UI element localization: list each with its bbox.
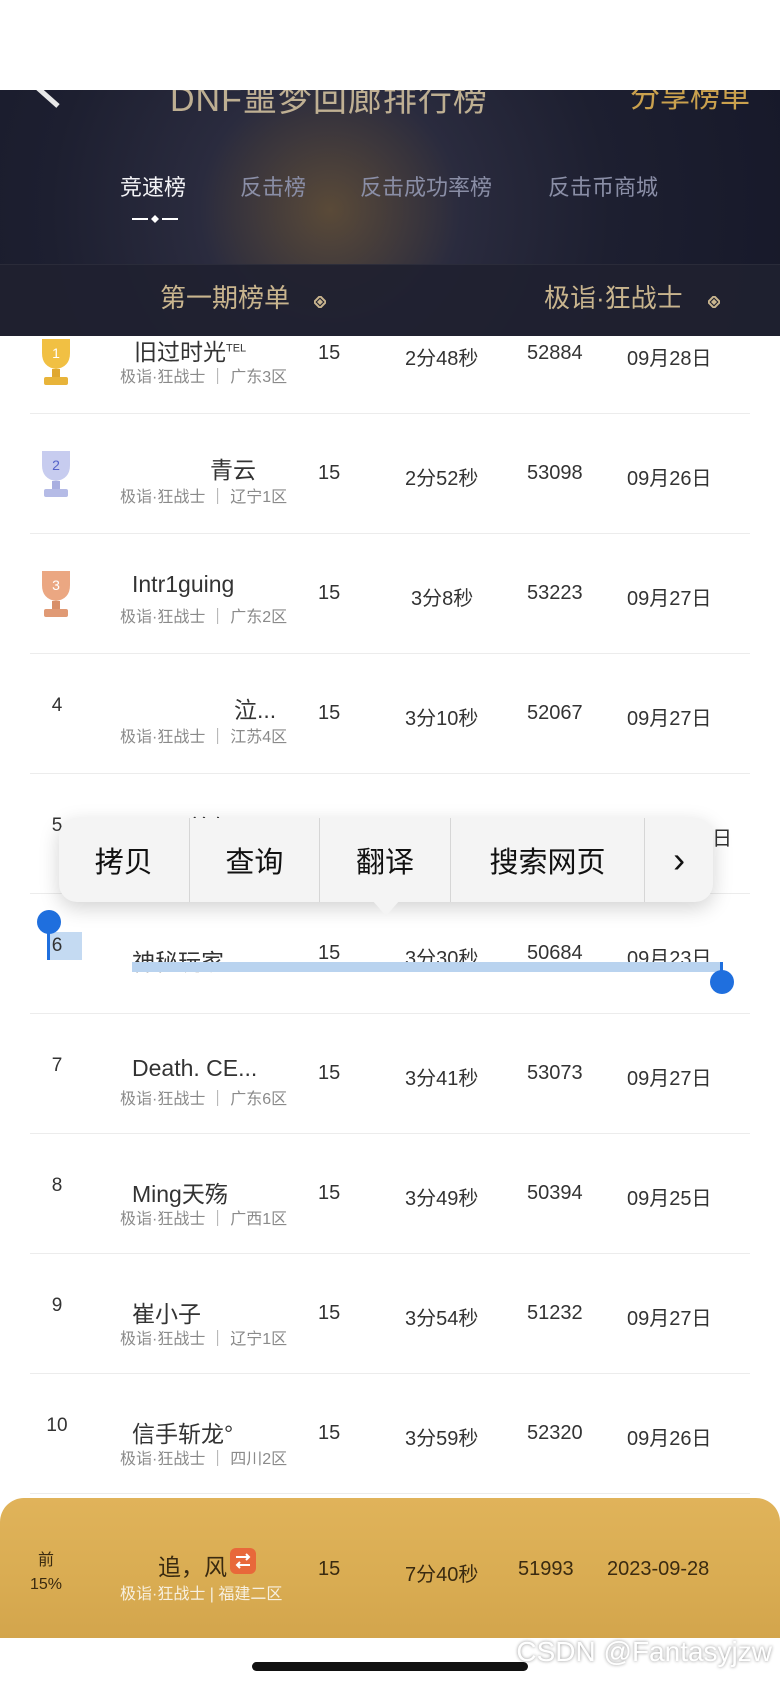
- tab-speed[interactable]: 竞速榜: [120, 170, 186, 202]
- player-name: Intr1guing: [132, 571, 235, 597]
- score-cell: 53098: [527, 462, 583, 484]
- my-rank-label: 前 15%: [29, 1552, 63, 1593]
- back-arrow-icon[interactable]: [32, 90, 72, 110]
- date-cell: 09月26日: [627, 1428, 712, 1450]
- score-cell: 53073: [527, 1062, 583, 1084]
- my-score-cell: 51993: [518, 1558, 574, 1580]
- text-context-menu: 拷贝 查询 翻译 搜索网页 ›: [59, 818, 713, 902]
- player-meta: 极诣·狂战士 ｜ 广东6区: [120, 1091, 288, 1108]
- player-meta: 极诣·狂战士 ｜ 广东3区: [120, 369, 288, 386]
- player-name: 旧过时光TEL: [134, 339, 247, 365]
- player-name: 信手斩龙°: [132, 1421, 234, 1447]
- rank-number: 10: [46, 1415, 68, 1436]
- time-cell: 3分10秒: [405, 708, 479, 730]
- player-meta: 极诣·狂战士 ｜ 四川2区: [120, 1451, 288, 1468]
- player-meta: 极诣·狂战士 ｜ 广西1区: [120, 1211, 288, 1228]
- time-cell: 3分8秒: [411, 588, 474, 610]
- floors-cell: 15: [318, 702, 341, 724]
- trophy-rank-2: 2: [52, 457, 60, 473]
- context-menu-pointer: [372, 900, 400, 916]
- date-cell: 09月27日: [627, 1068, 712, 1090]
- table-row[interactable]: 3 Intr1guing 极诣·狂战士 ｜ 广东2区 15 3分8秒 53223…: [30, 533, 750, 654]
- floors-cell: 15: [318, 1422, 341, 1444]
- selection-highlight: [132, 962, 722, 972]
- rank-number: 8: [51, 1175, 63, 1196]
- date-cell: 09月27日: [627, 588, 712, 610]
- table-row[interactable]: 10 信手斩龙° 极诣·狂战士 ｜ 四川2区 15 3分59秒 52320 09…: [30, 1373, 750, 1494]
- floors-cell: 15: [318, 342, 341, 364]
- more-chevron-icon[interactable]: ›: [645, 818, 713, 902]
- bronze-trophy-icon: 3: [42, 571, 70, 617]
- tab-indicator-icon: [132, 215, 178, 223]
- copy-menu-item[interactable]: 拷贝: [59, 818, 190, 902]
- player-name: 青云: [210, 457, 256, 483]
- rank-number: 4: [51, 695, 63, 716]
- my-player-name: 追，风: [158, 1554, 227, 1580]
- player-meta: 极诣·狂战士 ｜ 辽宁1区: [120, 489, 288, 506]
- date-cell: 09月28日: [627, 348, 712, 370]
- floors-cell: 15: [318, 1302, 341, 1324]
- home-indicator[interactable]: [252, 1662, 528, 1671]
- time-cell: 3分59秒: [405, 1428, 479, 1450]
- rank-number: 9: [51, 1295, 63, 1316]
- time-cell: 3分54秒: [405, 1308, 479, 1330]
- tab-counter[interactable]: 反击榜: [240, 170, 306, 202]
- score-cell: 50394: [527, 1182, 583, 1204]
- my-time-cell: 7分40秒: [405, 1564, 479, 1586]
- score-cell: 52320: [527, 1422, 583, 1444]
- page-title: DNF噩梦回廊排行榜: [170, 90, 488, 119]
- floors-cell: 15: [318, 1062, 341, 1084]
- time-cell: 3分49秒: [405, 1188, 479, 1210]
- score-cell: 52884: [527, 342, 583, 364]
- floors-cell: 15: [318, 1182, 341, 1204]
- trophy-rank-3: 3: [52, 577, 60, 593]
- tab-coin-shop[interactable]: 反击币商城: [548, 170, 658, 202]
- table-row[interactable]: 2 青云 极诣·狂战士 ｜ 辽宁1区 15 2分52秒 53098 09月26日: [30, 413, 750, 534]
- floors-cell: 15: [318, 462, 341, 484]
- table-row[interactable]: 9 崔小子 极诣·狂战士 ｜ 辽宁1区 15 3分54秒 51232 09月27…: [30, 1253, 750, 1374]
- table-row[interactable]: 1 旧过时光TEL 极诣·狂战士 ｜ 广东3区 15 2分48秒 52884 0…: [30, 293, 750, 414]
- time-cell: 2分52秒: [405, 468, 479, 490]
- score-cell: 52067: [527, 702, 583, 724]
- player-meta: 极诣·狂战士 ｜ 江苏4区: [120, 729, 288, 746]
- time-cell: 2分48秒: [405, 348, 479, 370]
- date-cell: 09月27日: [627, 708, 712, 730]
- tab-counter-rate[interactable]: 反击成功率榜: [360, 170, 492, 202]
- transfer-icon: [230, 1548, 256, 1574]
- table-row[interactable]: 4 泣... 极诣·狂战士 ｜ 江苏4区 15 3分10秒 52067 09月2…: [30, 653, 750, 774]
- my-rank-bar[interactable]: 前 15% 追，风 极诣·狂战士 | 福建二区 15 7分40秒 51993 2…: [0, 1498, 780, 1638]
- date-cell: 09月27日: [627, 1308, 712, 1330]
- my-player-meta: 极诣·狂战士 | 福建二区: [120, 1586, 283, 1603]
- silver-trophy-icon: 2: [42, 451, 70, 497]
- score-cell: 53223: [527, 582, 583, 604]
- date-cell: 日: [712, 828, 732, 850]
- gold-trophy-icon: 1: [42, 339, 70, 385]
- date-cell: 09月26日: [627, 468, 712, 490]
- score-cell: 51232: [527, 1302, 583, 1324]
- floors-cell: 15: [318, 582, 341, 604]
- player-name: Ming天殇: [132, 1181, 228, 1207]
- share-button[interactable]: 分享榜单: [630, 90, 750, 116]
- table-row[interactable]: 8 Ming天殇 极诣·狂战士 ｜ 广西1区 15 3分49秒 50394 09…: [30, 1133, 750, 1254]
- selection-start-handle-line: [47, 920, 50, 960]
- my-date-cell: 2023-09-28: [607, 1558, 710, 1580]
- player-meta: 极诣·狂战士 ｜ 辽宁1区: [120, 1331, 288, 1348]
- lookup-menu-item[interactable]: 查询: [190, 818, 321, 902]
- date-cell: 09月25日: [627, 1188, 712, 1210]
- my-floors-cell: 15: [318, 1558, 341, 1580]
- trophy-rank-1: 1: [52, 345, 60, 361]
- search-web-menu-item[interactable]: 搜索网页: [451, 818, 646, 902]
- player-name: 崔小子: [132, 1301, 201, 1327]
- table-row[interactable]: 7 Death. CE... 极诣·狂战士 ｜ 广东6区 15 3分41秒 53…: [30, 1013, 750, 1134]
- time-cell: 3分41秒: [405, 1068, 479, 1090]
- player-name: 泣...: [234, 697, 277, 723]
- player-meta: 极诣·狂战士 ｜ 广东2区: [120, 609, 288, 626]
- selection-end-handle[interactable]: [710, 970, 734, 994]
- rank-number: 7: [51, 1055, 63, 1076]
- translate-menu-item[interactable]: 翻译: [320, 818, 451, 902]
- watermark: CSDN @Fantasyjzw: [516, 1636, 772, 1667]
- player-name: Death. CE...: [132, 1055, 258, 1081]
